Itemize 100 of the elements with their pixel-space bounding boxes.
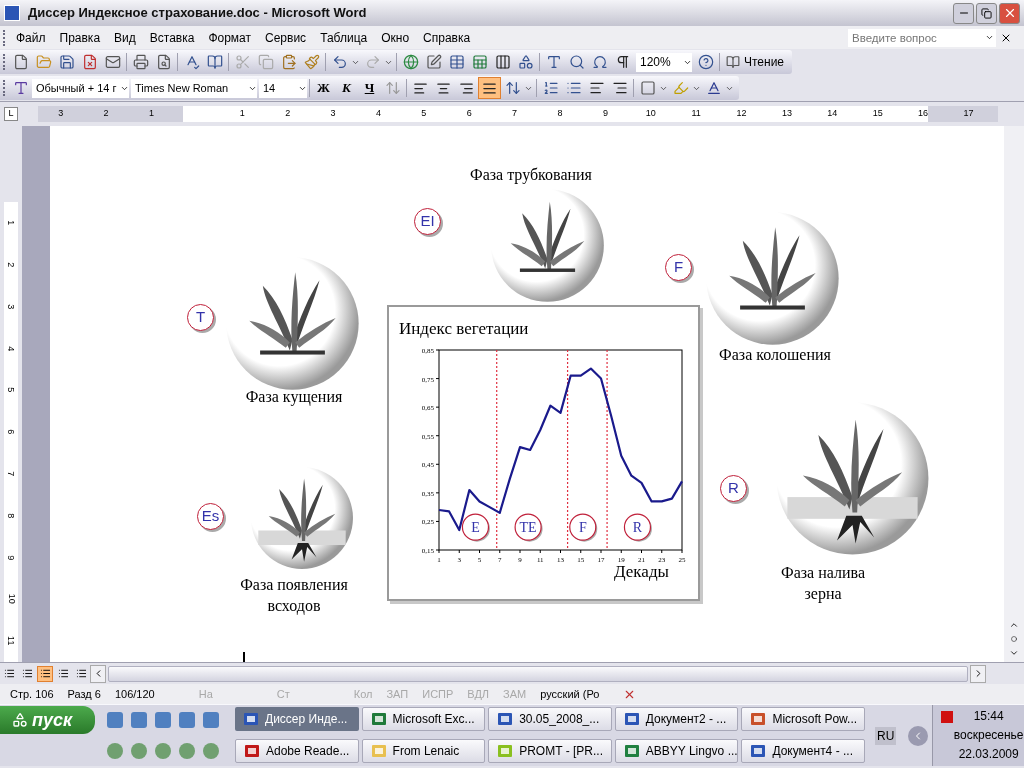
ruler-number: 9 <box>601 107 609 121</box>
language-indicator[interactable]: RU <box>875 726 897 745</box>
minimize-button[interactable] <box>953 2 974 24</box>
menu-item[interactable]: Вставка <box>142 28 202 47</box>
vertical-scrollbar[interactable] <box>1004 126 1024 662</box>
align-icon <box>436 80 451 96</box>
menu-item[interactable]: Справка <box>416 28 478 47</box>
ruler-number: 1 <box>147 107 155 121</box>
taskbar-button[interactable]: Документ2 - ... <box>614 707 739 731</box>
ruler-number: 10 <box>4 578 18 621</box>
ruler-number: 9 <box>4 536 18 579</box>
ruler-number: 6 <box>465 107 473 121</box>
view-icon <box>75 668 87 679</box>
menu-item[interactable]: Формат <box>201 28 259 47</box>
tab-selector[interactable]: L <box>4 107 18 121</box>
help-field[interactable]: Введите вопрос <box>848 28 982 47</box>
style-field[interactable]: Обычный + 14 г <box>32 78 129 98</box>
ruler-number: 7 <box>4 452 18 495</box>
format-button[interactable]: К <box>335 77 358 99</box>
book-icon <box>726 55 740 69</box>
restore-button[interactable] <box>976 2 997 24</box>
clock-time: 15:44 <box>973 708 1004 725</box>
menu-item[interactable]: Окно <box>374 28 417 47</box>
phase-marker: T <box>187 304 214 331</box>
taskbar-button[interactable]: From Lenaic <box>361 738 486 763</box>
format-button[interactable]: Ч <box>358 77 381 99</box>
view-button[interactable] <box>37 665 53 682</box>
taskbar-button[interactable]: 30.05_2008_... <box>488 707 612 731</box>
ruler-number: 2 <box>102 107 110 121</box>
ruler-number: 12 <box>735 107 748 121</box>
ruler-number: 15 <box>871 107 884 121</box>
taskbar-button[interactable]: Microsoft Pow... <box>741 707 865 731</box>
taskbar-button[interactable]: ABBYY Lingvo ... <box>614 738 739 763</box>
app-icon <box>750 711 767 727</box>
horizontal-scrollbar-thumb[interactable] <box>108 665 968 682</box>
ruler-number: 5 <box>4 369 18 412</box>
align-button[interactable] <box>478 77 501 99</box>
clock-weekday: воскресенье <box>953 727 1024 744</box>
menu-item[interactable]: Таблица <box>313 28 375 47</box>
taskbar-button[interactable]: Adobe Reade... <box>235 738 359 763</box>
app-icon <box>497 742 514 759</box>
ruler-number: 6 <box>4 411 18 453</box>
ruler-number: 2 <box>4 243 18 286</box>
ruler-number: 1 <box>4 202 18 244</box>
text-cursor <box>243 652 245 662</box>
menu-item[interactable]: Вид <box>107 28 143 47</box>
phase-marker: R <box>623 513 652 542</box>
reading-button[interactable]: Чтение <box>722 53 789 71</box>
taskbar-button[interactable]: Microsoft Exc... <box>361 707 486 731</box>
chart-title: Индекс вегетации <box>399 319 529 338</box>
app-icon <box>243 711 259 727</box>
app-icon <box>497 711 514 727</box>
annotation: F <box>578 520 587 536</box>
ruler-number: 11 <box>4 620 18 662</box>
antivirus-icon[interactable] <box>941 711 954 723</box>
font-size-field[interactable]: 14 <box>259 78 307 98</box>
ruler-number: 4 <box>4 327 18 370</box>
align-icon <box>482 80 497 96</box>
taskbar-button[interactable]: Документ4 - ... <box>741 738 865 763</box>
status-item: На <box>197 686 214 702</box>
app-icon <box>370 711 387 727</box>
align-icon <box>459 80 474 96</box>
menu-item[interactable]: Правка <box>52 28 108 47</box>
align-icon <box>413 80 428 96</box>
ruler-number: 2 <box>284 107 292 121</box>
menu-item[interactable]: Файл <box>9 28 53 47</box>
next-page-icon[interactable] <box>1009 648 1019 658</box>
window-title: Диссер Индексное страхование.doc - Microsoft Word <box>28 4 368 23</box>
ruler-number: 3 <box>4 285 18 328</box>
status-item: Кол <box>352 686 374 702</box>
view-icon <box>39 668 51 679</box>
browse-object-icon[interactable] <box>1011 636 1017 642</box>
phase-marker: E <box>461 513 490 542</box>
ruler-number: 16 <box>917 107 930 121</box>
menu-item[interactable]: Сервис <box>258 28 314 47</box>
phase-marker: EI <box>414 208 441 235</box>
view-icon <box>3 668 15 679</box>
format-button[interactable]: Ж <box>312 77 335 99</box>
start-button[interactable]: пуск <box>0 706 95 734</box>
close-button[interactable] <box>999 2 1020 24</box>
ruler-number: 8 <box>4 494 18 537</box>
zoom-field[interactable]: 120% <box>636 52 692 72</box>
app-icon <box>623 711 640 727</box>
phase-caption: Фаза кущения <box>244 387 344 407</box>
app-icon <box>623 742 640 759</box>
word-icon <box>4 5 20 21</box>
taskbar-button[interactable]: PROMT - [PR... <box>488 738 612 763</box>
ruler-number: 5 <box>420 107 428 121</box>
ruler-number: 3 <box>57 107 65 121</box>
annotation: R <box>632 520 643 536</box>
font-field[interactable]: Times New Roman <box>131 78 257 98</box>
ruler-number: 14 <box>826 107 839 121</box>
ruler-number: 17 <box>962 107 975 121</box>
ruler-number: 3 <box>329 107 337 121</box>
view-icon <box>57 668 69 679</box>
previous-page-icon[interactable] <box>1009 620 1019 630</box>
phase-caption: Фаза появления всходов <box>239 575 349 616</box>
taskbar-button[interactable]: Диссер Инде... <box>235 707 359 731</box>
status-item: Разд 6 <box>66 686 102 702</box>
status-item: ИСПР <box>421 686 455 702</box>
